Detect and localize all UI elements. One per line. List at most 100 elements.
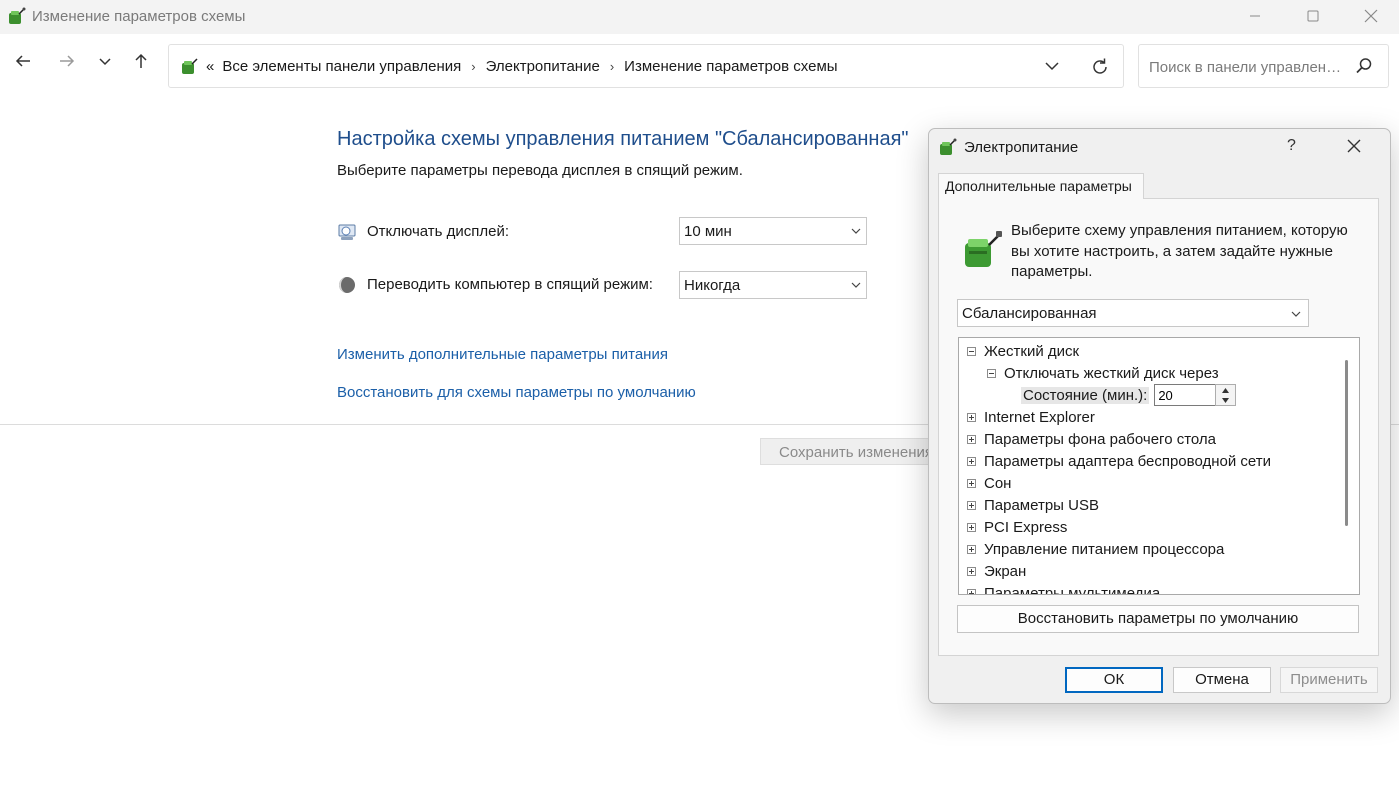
state-spinner[interactable] — [1154, 384, 1237, 406]
ok-button[interactable]: ОК — [1065, 667, 1163, 693]
page-title: Настройка схемы управления питанием "Сба… — [337, 128, 909, 150]
maximize-button[interactable] — [1284, 0, 1342, 32]
tree-node[interactable]: Управление питанием процессора — [967, 538, 1224, 560]
tree-node-turn-off-disk[interactable]: Отключать жесткий диск через — [987, 362, 1219, 384]
power-plan-select[interactable]: Сбалансированная — [957, 299, 1309, 327]
recent-locations-button[interactable] — [90, 46, 120, 76]
help-button[interactable]: ? — [1287, 137, 1296, 155]
minimize-icon — [1250, 15, 1260, 17]
tree-node-label: Отключать жесткий диск через — [1004, 364, 1219, 382]
spinner-arrows[interactable] — [1215, 384, 1237, 406]
display-off-value: 10 мин — [684, 223, 732, 240]
tree-node[interactable]: Сон — [967, 472, 1011, 494]
tree-node-label: PCI Express — [984, 518, 1068, 536]
power-options-dialog: Электропитание ? Дополнительные параметр… — [928, 128, 1391, 704]
spin-down-icon[interactable] — [1216, 395, 1235, 405]
tree-node[interactable]: Параметры мультимедиа — [967, 582, 1161, 595]
chevron-right-icon[interactable]: › — [471, 59, 475, 74]
arrow-left-icon — [15, 55, 30, 67]
forward-button[interactable] — [52, 46, 82, 76]
state-input[interactable] — [1154, 384, 1217, 406]
up-button[interactable] — [126, 46, 156, 76]
state-label: Состояние (мин.): — [1021, 386, 1150, 404]
page-subtitle: Выберите параметры перевода дисплея в сп… — [337, 162, 743, 179]
tree-node[interactable]: Параметры USB — [967, 494, 1099, 516]
address-bar[interactable]: « Все элементы панели управления › Элект… — [168, 44, 1124, 88]
power-options-icon — [182, 58, 198, 74]
refresh-icon[interactable] — [1089, 56, 1111, 78]
expand-icon[interactable] — [967, 478, 976, 488]
tree-node-label: Параметры адаптера беспроводной сети — [984, 452, 1271, 470]
tree-node-label: Сон — [984, 474, 1012, 492]
apply-button[interactable]: Применить — [1280, 667, 1378, 693]
title-bar: Изменение параметров схемы — [0, 0, 1399, 34]
display-icon — [338, 224, 356, 240]
breadcrumb-overflow[interactable]: « — [206, 58, 214, 75]
expand-icon[interactable] — [967, 500, 976, 510]
arrow-right-icon — [60, 55, 75, 67]
search-input[interactable] — [1147, 55, 1351, 79]
tree-node-label: Управление питанием процессора — [984, 540, 1225, 558]
maximize-icon — [1307, 10, 1319, 22]
expand-icon[interactable] — [967, 412, 976, 422]
expand-icon[interactable] — [967, 434, 976, 444]
expand-icon[interactable] — [967, 566, 976, 576]
breadcrumb-item[interactable]: Изменение параметров схемы — [624, 58, 837, 75]
tree-node[interactable]: Internet Explorer — [967, 406, 1095, 428]
cancel-button[interactable]: Отмена — [1173, 667, 1271, 693]
expand-icon[interactable] — [967, 588, 976, 594]
window-title: Изменение параметров схемы — [32, 8, 246, 25]
dialog-description: Выберите схему управления питанием, кото… — [1011, 222, 1348, 280]
sleep-label: Переводить компьютер в спящий режим: — [367, 276, 653, 293]
tree-node[interactable]: Параметры адаптера беспроводной сети — [967, 450, 1271, 472]
tree-node-hard-disk[interactable]: Жесткий диск — [967, 340, 1079, 362]
power-options-icon — [9, 7, 26, 24]
display-off-select[interactable]: 10 мин — [679, 217, 867, 245]
chevron-right-icon[interactable]: › — [610, 59, 614, 74]
advanced-settings-link[interactable]: Изменить дополнительные параметры питани… — [337, 346, 668, 363]
breadcrumb: « Все элементы панели управления › Элект… — [206, 58, 838, 75]
breadcrumb-item[interactable]: Все элементы панели управления — [222, 58, 461, 75]
expand-icon[interactable] — [967, 544, 976, 554]
arrow-up-icon — [135, 53, 147, 68]
sleep-select[interactable]: Никогда — [679, 271, 867, 299]
restore-defaults-button[interactable]: Восстановить параметры по умолчанию — [957, 605, 1359, 633]
search-icon[interactable] — [1355, 57, 1373, 75]
expand-icon[interactable] — [967, 522, 976, 532]
power-options-icon — [940, 138, 957, 155]
chevron-down-icon — [851, 282, 861, 288]
tree-node-label: Параметры USB — [984, 496, 1099, 514]
chevron-down-icon — [99, 58, 111, 66]
tree-node-label: Экран — [984, 562, 1027, 580]
tree-node-label: Жесткий диск — [984, 342, 1080, 360]
close-button[interactable] — [1342, 0, 1399, 32]
breadcrumb-item[interactable]: Электропитание — [486, 58, 600, 75]
tree-node[interactable]: Параметры фона рабочего стола — [967, 428, 1216, 450]
spin-up-icon[interactable] — [1216, 385, 1235, 395]
display-off-label: Отключать дисплей: — [367, 223, 510, 240]
tree-node-label: Параметры фона рабочего стола — [984, 430, 1217, 448]
tree-node-label: Параметры мультимедиа — [984, 584, 1161, 595]
collapse-icon[interactable] — [987, 368, 996, 378]
chevron-down-icon — [851, 228, 861, 234]
collapse-icon[interactable] — [967, 346, 976, 356]
tree-node-label: Internet Explorer — [984, 408, 1095, 426]
chevron-down-icon[interactable] — [1042, 56, 1062, 76]
sleep-value: Никогда — [684, 277, 741, 294]
back-button[interactable] — [8, 46, 38, 76]
tree-node-state: Состояние (мин.): — [1021, 384, 1237, 406]
tree-node[interactable]: Экран — [967, 560, 1026, 582]
dialog-title: Электропитание — [964, 139, 1079, 156]
advanced-settings-panel: Выберите схему управления питанием, кото… — [938, 198, 1379, 656]
restore-defaults-link[interactable]: Восстановить для схемы параметры по умол… — [337, 384, 696, 401]
expand-icon[interactable] — [967, 456, 976, 466]
power-plan-value: Сбалансированная — [962, 305, 1097, 322]
tree-scrollbar[interactable] — [1345, 360, 1348, 526]
tree-node[interactable]: PCI Express — [967, 516, 1067, 538]
search-box[interactable] — [1138, 44, 1389, 88]
sleep-icon — [339, 277, 355, 293]
settings-tree[interactable]: Жесткий диск Отключать жесткий диск чере… — [958, 337, 1360, 595]
tab-advanced-settings[interactable]: Дополнительные параметры — [938, 173, 1144, 199]
close-icon[interactable] — [1343, 135, 1365, 157]
minimize-button[interactable] — [1226, 0, 1284, 32]
